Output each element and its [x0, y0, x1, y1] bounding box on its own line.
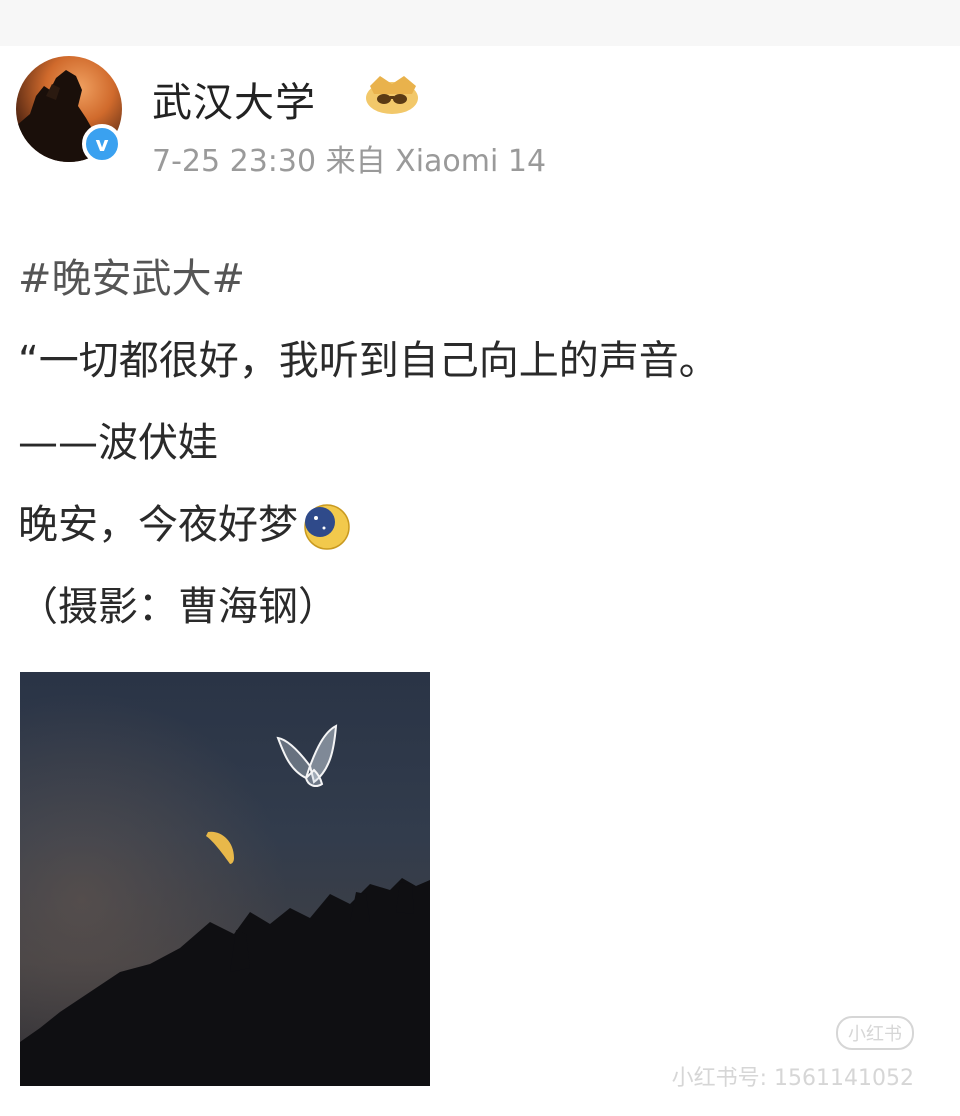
account-name[interactable]: 武汉大学 [152, 70, 316, 128]
post-source: 来自 Xiaomi 14 [325, 144, 547, 179]
verified-badge-icon: v [82, 124, 122, 164]
watermark: 小红书 小红书号: 1561141052 [672, 1016, 914, 1092]
quote-author: ——波伏娃 [18, 420, 218, 466]
night-photo-image [20, 672, 430, 1086]
photo-credit: （摄影：曹海钢） [18, 584, 338, 630]
post-meta: 7-25 23:30 来自 Xiaomi 14 [152, 136, 546, 180]
watermark-id: 小红书号: 1561141052 [671, 1066, 914, 1091]
quote-text: “一切都很好，我听到自己向上的声音。 [18, 338, 719, 384]
hashtag-link[interactable]: #晚安武大# [18, 238, 948, 320]
moon-emoji-icon [302, 498, 352, 550]
post-photo[interactable] [20, 672, 430, 1086]
watermark-logo: 小红书 [836, 1016, 914, 1050]
weibo-post-screenshot: v 武汉大学 7-25 23:30 来自 Xiaomi 14 #晚安武大# “一… [0, 0, 960, 1116]
post-content: #晚安武大# “一切都很好，我听到自己向上的声音。 ——波伏娃 晚安，今夜好梦 … [18, 238, 948, 648]
goodnight-text: 晚安，今夜好梦 [18, 502, 298, 548]
vip-badge-icon[interactable] [362, 72, 424, 118]
post-timestamp: 7-25 23:30 [152, 144, 317, 179]
top-bar [0, 0, 960, 46]
goodnight-line: 晚安，今夜好梦 [18, 484, 948, 566]
